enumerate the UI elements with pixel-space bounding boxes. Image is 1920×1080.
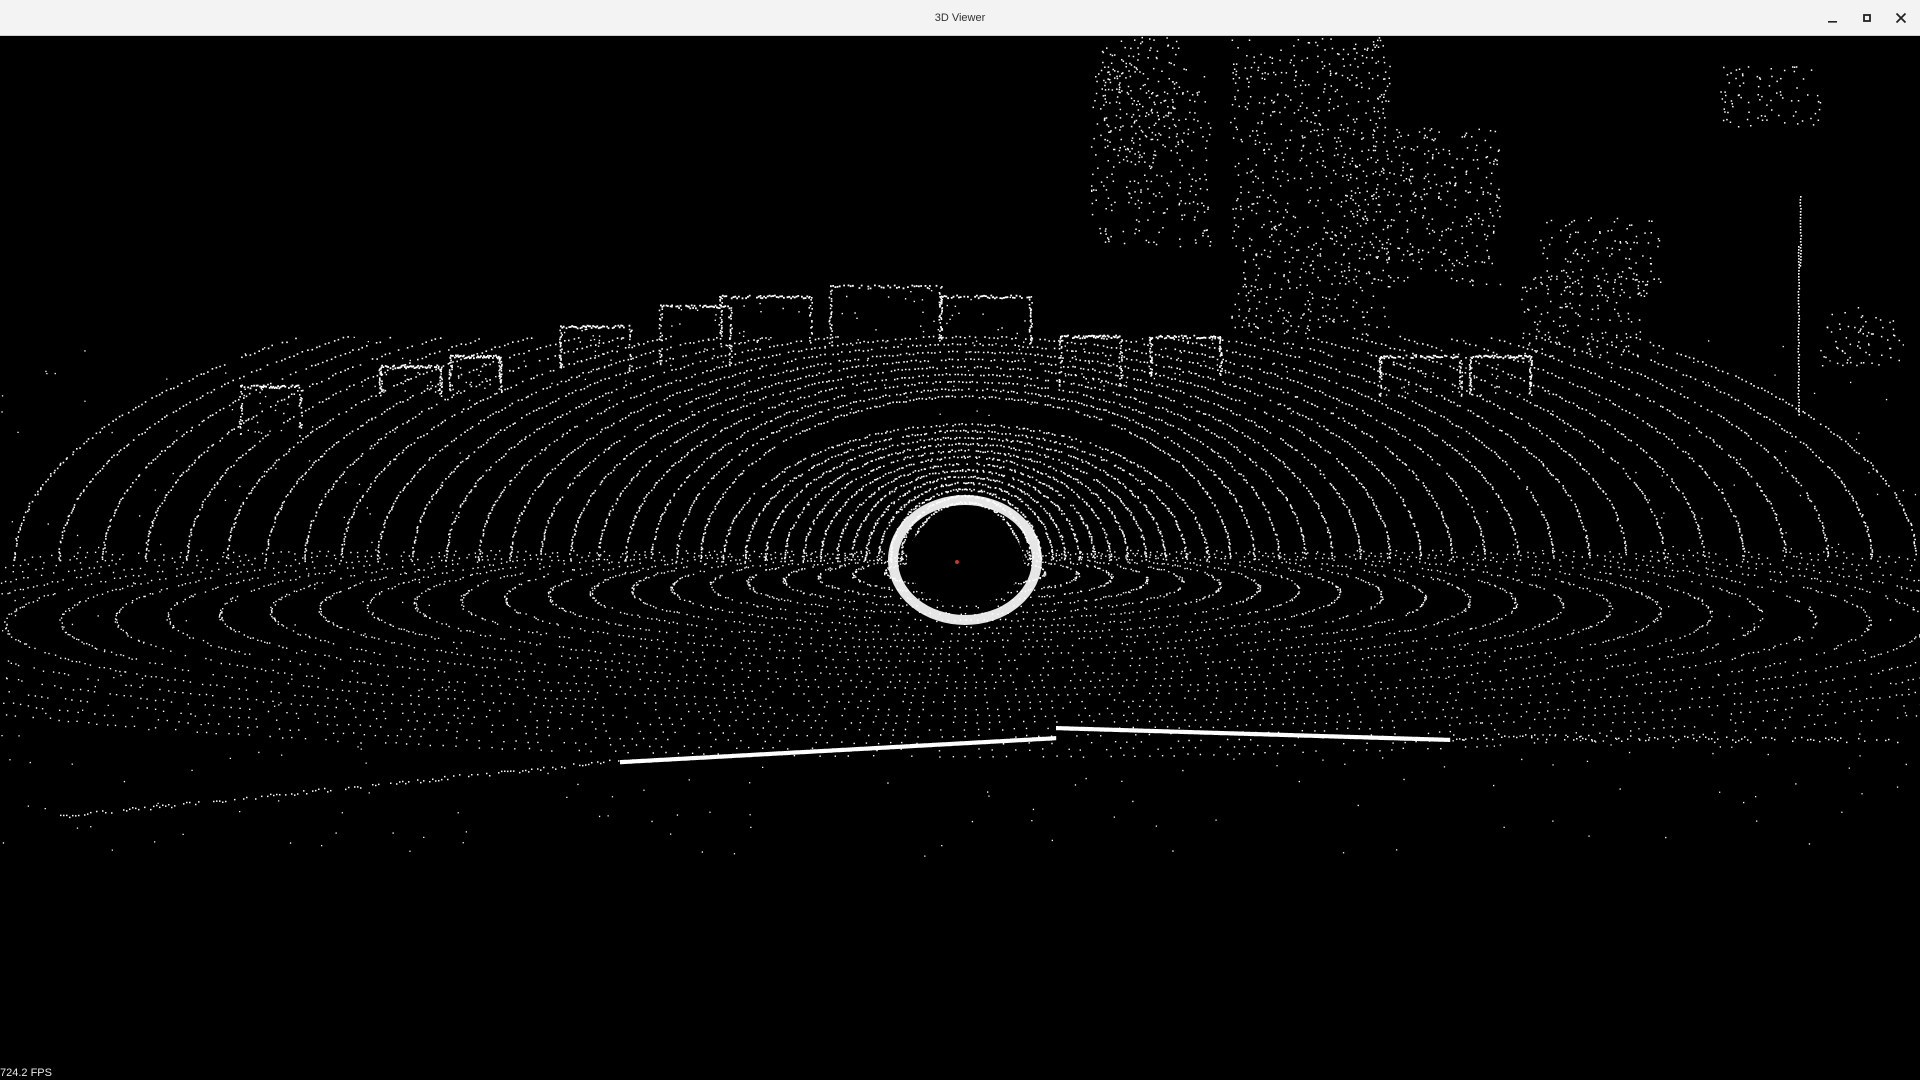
maximize-icon: [1861, 12, 1873, 24]
viewer-window: 3D Viewer 724.2 FPS: [0, 0, 1920, 1080]
close-icon: [1895, 12, 1907, 24]
3d-viewport[interactable]: 724.2 FPS: [0, 36, 1920, 1080]
window-title: 3D Viewer: [934, 12, 986, 24]
minimize-button[interactable]: [1816, 0, 1850, 35]
close-button[interactable]: [1884, 0, 1918, 35]
title-bar[interactable]: 3D Viewer: [0, 0, 1920, 36]
fps-counter: 724.2 FPS: [0, 1067, 52, 1079]
minimize-icon: [1827, 12, 1839, 24]
point-cloud: [0, 36, 1920, 857]
maximize-button[interactable]: [1850, 0, 1884, 35]
